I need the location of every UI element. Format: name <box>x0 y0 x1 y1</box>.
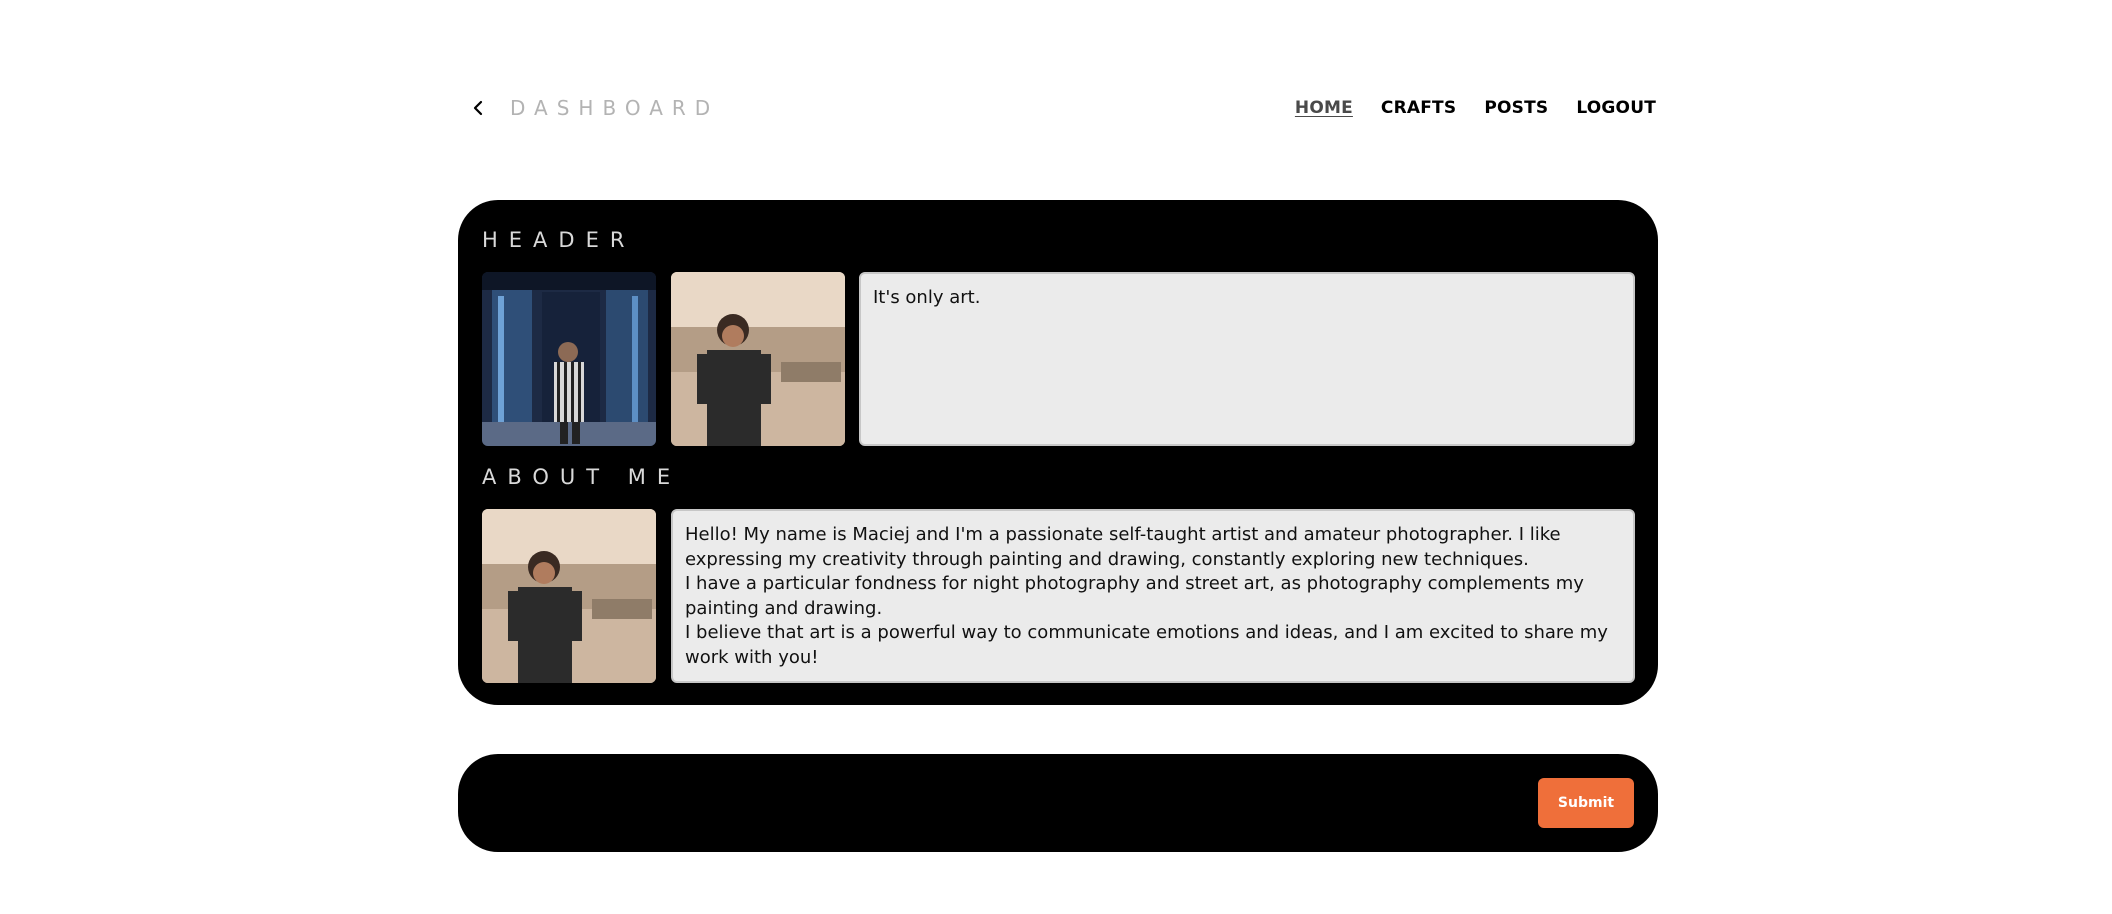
nav-crafts-link[interactable]: CRAFTS <box>1381 98 1456 118</box>
dashboard-title: DASHBOARD <box>510 96 720 120</box>
nav-logout-link[interactable]: LOGOUT <box>1576 98 1656 118</box>
header-image-1[interactable] <box>482 272 656 446</box>
submit-button[interactable]: Submit <box>1538 778 1634 828</box>
top-navigation: DASHBOARD HOME CRAFTS POSTS LOGOUT <box>458 88 1656 128</box>
submit-bar: Submit <box>458 754 1658 852</box>
header-section-title: HEADER <box>482 228 636 252</box>
header-text-field[interactable]: It's only art. <box>859 272 1635 446</box>
about-text-field[interactable]: Hello! My name is Maciej and I'm a passi… <box>671 509 1635 683</box>
nav-posts-link[interactable]: POSTS <box>1484 98 1548 118</box>
nav-home-link[interactable]: HOME <box>1295 98 1353 118</box>
main-nav: HOME CRAFTS POSTS LOGOUT <box>1295 98 1656 118</box>
profile-editor-card: HEADER It's only art. ABOUT ME Hello! My… <box>458 200 1658 705</box>
header-image-2[interactable] <box>671 272 845 446</box>
back-to-dashboard[interactable]: DASHBOARD <box>458 96 719 120</box>
about-section-title: ABOUT ME <box>482 465 682 489</box>
chevron-left-icon[interactable] <box>468 97 490 119</box>
about-image[interactable] <box>482 509 656 683</box>
